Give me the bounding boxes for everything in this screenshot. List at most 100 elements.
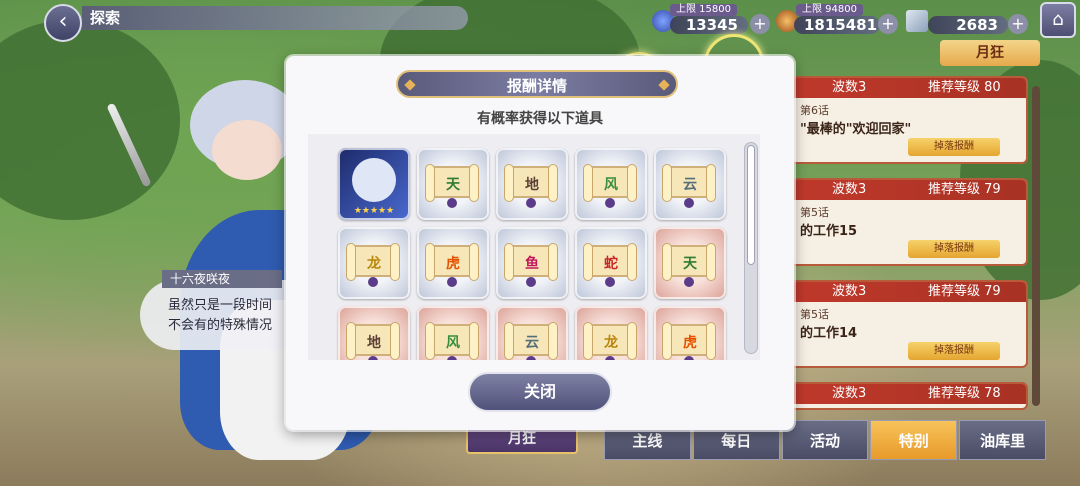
back-arrow-icon: ‹: [58, 9, 68, 34]
tassel-icon: [605, 356, 615, 360]
scroll-glyph: 鱼: [525, 256, 539, 272]
tassel-icon: [526, 277, 536, 287]
tassel-icon: [526, 356, 536, 360]
scroll-roll: [469, 164, 479, 202]
tab-special[interactable]: 特别: [870, 420, 958, 460]
page-title: 探索: [82, 6, 468, 30]
scroll-roll: [548, 164, 558, 202]
tassel-icon: [447, 198, 457, 208]
stage-list-scrollbar[interactable]: [1032, 86, 1040, 406]
stage-recommended-level: 推荐等级 79: [928, 182, 1001, 197]
stage-card[interactable]: 波数3 推荐等级 78: [790, 382, 1028, 410]
scroll-roll: [662, 164, 672, 202]
reward-grid-area: ★★★★★ 天地风云龙虎鱼蛇天地风云龙虎: [308, 134, 760, 360]
tab-event[interactable]: 活动: [781, 420, 869, 460]
tassel-icon: [684, 277, 694, 287]
scroll-reward-item[interactable]: 风: [575, 148, 647, 220]
stage-name: 的工作14: [800, 326, 858, 341]
tassel-icon: [605, 277, 615, 287]
scroll-reward-item[interactable]: 云: [654, 148, 726, 220]
scroll-reward-item[interactable]: 地: [496, 148, 568, 220]
drop-reward-button[interactable]: 掉落报酬: [908, 342, 1000, 360]
scroll-glyph: 风: [446, 335, 460, 351]
scroll-roll: [425, 243, 435, 281]
stage-header: 波数3 推荐等级 79: [792, 180, 1026, 200]
scroll-reward-item[interactable]: 鱼: [496, 227, 568, 299]
scroll-glyph: 龙: [367, 256, 381, 272]
tab-yukkuri[interactable]: 油库里: [959, 420, 1046, 460]
tassel-icon: [526, 198, 536, 208]
reward-grid: ★★★★★ 天地风云龙虎鱼蛇天地风云龙虎: [338, 148, 726, 360]
scroll-glyph: 风: [604, 177, 618, 193]
scroll-icon: 虎: [662, 322, 716, 360]
stage-card[interactable]: 波数3 推荐等级 79 第5话 的工作14 掉落报酬: [790, 280, 1028, 368]
scroll-roll: [548, 322, 558, 360]
scroll-roll: [390, 243, 400, 281]
scroll-glyph: 天: [446, 177, 460, 193]
stage-card[interactable]: 波数3 推荐等级 80 第6话 "最棒的"欢迎回家" 掉落报酬: [790, 76, 1028, 164]
coin-limit-label: 上限 94800: [796, 4, 863, 16]
scroll-icon: 云: [504, 322, 558, 360]
character-portrait-icon: [352, 158, 396, 202]
scroll-roll: [504, 243, 514, 281]
scroll-reward-item[interactable]: 虎: [654, 306, 726, 360]
stage-wave: 波数3: [832, 80, 867, 95]
drop-reward-button[interactable]: 掉落报酬: [908, 240, 1000, 258]
scroll-glyph: 云: [683, 177, 697, 193]
scroll-icon: 龙: [583, 322, 637, 360]
scroll-roll: [627, 243, 637, 281]
scroll-roll: [706, 164, 716, 202]
scroll-reward-item[interactable]: 虎: [417, 227, 489, 299]
reward-grid-scrollbar[interactable]: [744, 142, 758, 354]
scroll-roll: [548, 243, 558, 281]
scroll-reward-item[interactable]: 天: [654, 227, 726, 299]
dialog-line: 虽然只是一段时间: [168, 298, 273, 313]
stage-episode: 第5话: [800, 308, 829, 321]
scroll-icon: 鱼: [504, 243, 558, 281]
scroll-roll: [706, 243, 716, 281]
scroll-reward-item[interactable]: 风: [417, 306, 489, 360]
scroll-roll: [346, 243, 356, 281]
scroll-roll: [504, 164, 514, 202]
scroll-reward-item[interactable]: 龙: [575, 306, 647, 360]
scroll-glyph: 地: [525, 177, 539, 193]
add-crystal-button[interactable]: +: [1008, 14, 1028, 34]
scroll-reward-item[interactable]: 地: [338, 306, 410, 360]
coin-resource: 上限 94800 1815481 +: [776, 4, 900, 34]
scroll-icon: 天: [425, 164, 479, 202]
scroll-glyph: 虎: [446, 256, 460, 272]
close-button[interactable]: 关闭: [468, 372, 612, 412]
scroll-glyph: 地: [367, 335, 381, 351]
add-stamina-button[interactable]: +: [750, 14, 770, 34]
scroll-glyph: 蛇: [604, 256, 618, 272]
stage-episode: 第5话: [800, 206, 829, 219]
scrollbar-thumb[interactable]: [747, 145, 755, 265]
scroll-reward-item[interactable]: 云: [496, 306, 568, 360]
home-button[interactable]: ⌂: [1040, 2, 1076, 38]
scroll-icon: 虎: [425, 243, 479, 281]
stage-card[interactable]: 波数3 推荐等级 79 第5话 的工作15 掉落报酬: [790, 178, 1028, 266]
back-button[interactable]: ‹: [44, 4, 82, 42]
scroll-roll: [469, 243, 479, 281]
scroll-reward-item[interactable]: 天: [417, 148, 489, 220]
scroll-roll: [583, 243, 593, 281]
scroll-reward-item[interactable]: 龙: [338, 227, 410, 299]
scroll-glyph: 龙: [604, 335, 618, 351]
character-card-reward[interactable]: ★★★★★: [338, 148, 410, 220]
scroll-roll: [504, 322, 514, 360]
scroll-reward-item[interactable]: 蛇: [575, 227, 647, 299]
stage-wave: 波数3: [832, 182, 867, 197]
reward-details-modal: 报酬详情 有概率获得以下道具 ★★★★★ 天地风云龙虎鱼蛇天地风云龙虎 关闭: [286, 56, 794, 430]
rarity-stars: ★★★★★: [353, 206, 395, 216]
tassel-icon: [368, 356, 378, 360]
scroll-roll: [346, 322, 356, 360]
coin-value: 1815481: [794, 16, 880, 34]
add-coin-button[interactable]: +: [878, 14, 898, 34]
character-face: [212, 120, 282, 180]
dialog-text: 虽然只是一段时间 不会有的特殊情况: [168, 296, 290, 336]
stamina-resource: 上限 15800 13345 +: [652, 4, 772, 34]
drop-reward-button[interactable]: 掉落报酬: [908, 138, 1000, 156]
tassel-icon: [447, 277, 457, 287]
crystal-value: 2683: [928, 16, 1008, 34]
gem-icon: [404, 79, 416, 91]
